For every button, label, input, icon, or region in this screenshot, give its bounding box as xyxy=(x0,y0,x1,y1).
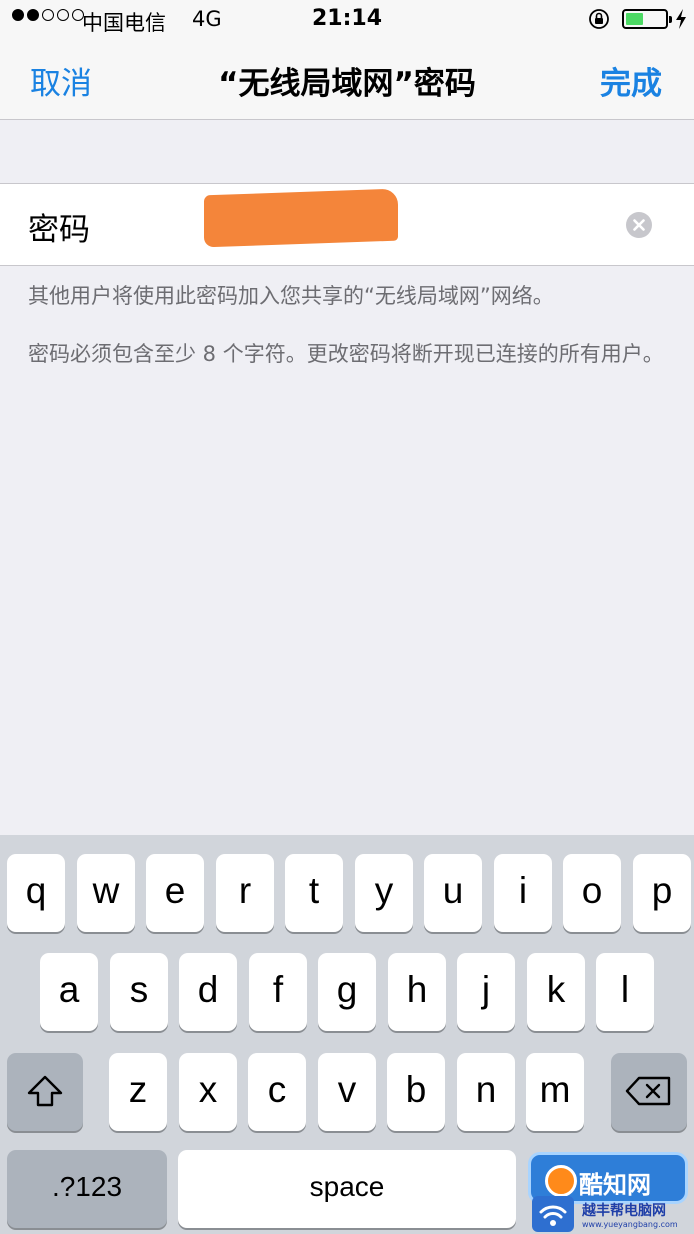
shift-icon xyxy=(27,1075,63,1107)
key-e[interactable]: e xyxy=(146,854,204,932)
key-n[interactable]: n xyxy=(457,1053,515,1131)
key-k[interactable]: k xyxy=(527,953,585,1031)
backspace-icon xyxy=(625,1076,671,1106)
rotation-lock-icon xyxy=(589,9,609,29)
shift-key[interactable] xyxy=(7,1053,83,1131)
key-v[interactable]: v xyxy=(318,1053,376,1131)
status-bar: 中国电信 4G 21:14 xyxy=(0,0,694,40)
key-d[interactable]: d xyxy=(179,953,237,1031)
sharing-info-text: 其他用户将使用此密码加入您共享的“无线局域网”网络。 xyxy=(28,284,554,308)
keyboard: .?123 space qwertyuiop asdfghjkl zxcvbnm xyxy=(0,835,694,1234)
cancel-button[interactable]: 取消 xyxy=(30,58,92,103)
key-y[interactable]: y xyxy=(355,854,413,932)
battery-icon xyxy=(622,9,672,29)
numbers-key[interactable]: .?123 xyxy=(7,1150,167,1228)
key-z[interactable]: z xyxy=(109,1053,167,1131)
key-a[interactable]: a xyxy=(40,953,98,1031)
key-u[interactable]: u xyxy=(424,854,482,932)
key-j[interactable]: j xyxy=(457,953,515,1031)
space-key[interactable]: space xyxy=(178,1150,516,1228)
key-t[interactable]: t xyxy=(285,854,343,932)
done-button[interactable]: 完成 xyxy=(600,58,662,103)
key-i[interactable]: i xyxy=(494,854,552,932)
key-g[interactable]: g xyxy=(318,953,376,1031)
clear-icon xyxy=(633,219,645,231)
password-requirements-text: 密码必须包含至少 8 个字符。更改密码将断开现已连接的所有用户。 xyxy=(28,342,664,366)
key-h[interactable]: h xyxy=(388,953,446,1031)
key-m[interactable]: m xyxy=(526,1053,584,1131)
key-c[interactable]: c xyxy=(248,1053,306,1131)
navigation-bar: 取消 “无线局域网”密码 完成 xyxy=(0,40,694,120)
key-p[interactable]: p xyxy=(633,854,691,932)
password-label: 密码 xyxy=(28,212,90,248)
page-title: “无线局域网”密码 xyxy=(218,66,476,102)
backspace-key[interactable] xyxy=(611,1053,687,1131)
key-l[interactable]: l xyxy=(596,953,654,1031)
key-w[interactable]: w xyxy=(77,854,135,932)
key-x[interactable]: x xyxy=(179,1053,237,1131)
key-o[interactable]: o xyxy=(563,854,621,932)
clear-text-button[interactable] xyxy=(626,212,652,238)
redaction-mark xyxy=(204,188,398,248)
key-b[interactable]: b xyxy=(387,1053,445,1131)
key-r[interactable]: r xyxy=(216,854,274,932)
key-f[interactable]: f xyxy=(249,953,307,1031)
key-s[interactable]: s xyxy=(110,953,168,1031)
charging-bolt-icon xyxy=(676,9,686,29)
key-q[interactable]: q xyxy=(7,854,65,932)
